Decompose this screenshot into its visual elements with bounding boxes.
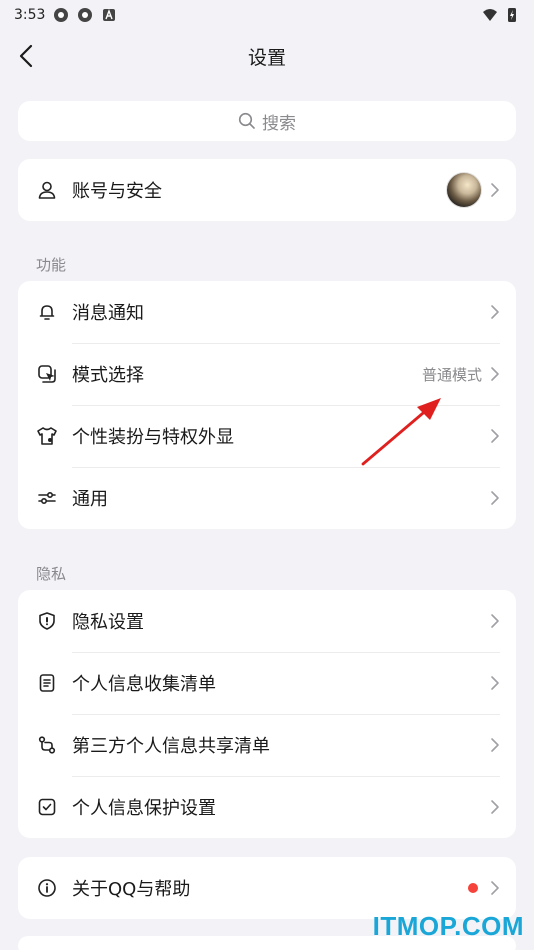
chevron-right-icon (488, 181, 502, 199)
about-help-row[interactable]: 关于QQ与帮助 (18, 857, 516, 919)
account-security-label: 账号与安全 (72, 181, 162, 202)
mode-selection-label: 模式选择 (72, 365, 144, 386)
general-row[interactable]: 通用 (18, 467, 516, 529)
navigation-bar: 设置 (0, 30, 534, 82)
chevron-right-icon (488, 365, 502, 383)
chevron-right-icon (488, 736, 502, 754)
share-icon (36, 734, 58, 756)
mode-icon (36, 363, 58, 385)
privacy-section-title: 隐私 (36, 565, 67, 583)
app-notification-icon (78, 8, 93, 22)
mode-selection-value: 普通模式 (421, 365, 482, 384)
back-arrow-icon (19, 44, 33, 68)
privacy-settings-row[interactable]: 隐私设置 (18, 590, 516, 652)
notification-dot (468, 883, 478, 893)
chevron-right-icon (488, 612, 502, 630)
chevron-right-icon (488, 674, 502, 692)
personal-info-protection-row[interactable]: 个人信息保护设置 (18, 776, 516, 838)
about-card: 关于QQ与帮助 (18, 857, 516, 919)
account-card: 账号与安全 (18, 159, 516, 221)
search-icon (238, 112, 255, 129)
third-party-sharing-row[interactable]: 第三方个人信息共享清单 (18, 714, 516, 776)
search-placeholder: 搜索 (262, 113, 296, 134)
sliders-icon (36, 487, 58, 509)
a-notification-icon (103, 9, 116, 21)
checkbox-icon (36, 796, 58, 818)
info-icon (36, 877, 58, 899)
person-icon (36, 179, 58, 201)
privacy-settings-label: 隐私设置 (72, 612, 144, 633)
message-notification-label: 消息通知 (72, 303, 144, 324)
chevron-right-icon (488, 303, 502, 321)
status-time: 3:53 (14, 7, 46, 23)
bell-icon (36, 301, 58, 323)
about-help-label: 关于QQ与帮助 (72, 879, 191, 900)
personalization-label: 个性装扮与特权外显 (72, 427, 234, 448)
watermark: ITMOP.COM (372, 911, 524, 941)
page-title: 设置 (247, 46, 286, 69)
app-notification-icon (54, 8, 69, 22)
account-security-row[interactable]: 账号与安全 (18, 159, 516, 221)
avatar (446, 172, 482, 208)
wifi-icon (483, 9, 497, 21)
message-notification-row[interactable]: 消息通知 (18, 281, 516, 343)
shirt-icon (36, 425, 58, 447)
features-section-title: 功能 (36, 256, 67, 274)
third-party-sharing-label: 第三方个人信息共享清单 (72, 736, 270, 757)
back-button[interactable] (12, 42, 40, 70)
personal-info-collection-row[interactable]: 个人信息收集清单 (18, 652, 516, 714)
general-label: 通用 (72, 489, 108, 510)
annotation-arrow-icon (361, 398, 441, 466)
chevron-right-icon (488, 879, 502, 897)
battery-icon (508, 8, 516, 22)
shield-icon (36, 610, 58, 632)
status-bar: 3:53 (0, 0, 534, 30)
document-icon (36, 672, 58, 694)
personal-info-collection-label: 个人信息收集清单 (72, 674, 216, 695)
search-input[interactable]: 搜索 (18, 101, 516, 141)
chevron-right-icon (488, 427, 502, 445)
chevron-right-icon (488, 489, 502, 507)
personal-info-protection-label: 个人信息保护设置 (72, 798, 216, 819)
chevron-right-icon (488, 798, 502, 816)
privacy-card: 隐私设置 个人信息收集清单 第三方个人信息共享清单 个人信息保护设置 (18, 590, 516, 838)
